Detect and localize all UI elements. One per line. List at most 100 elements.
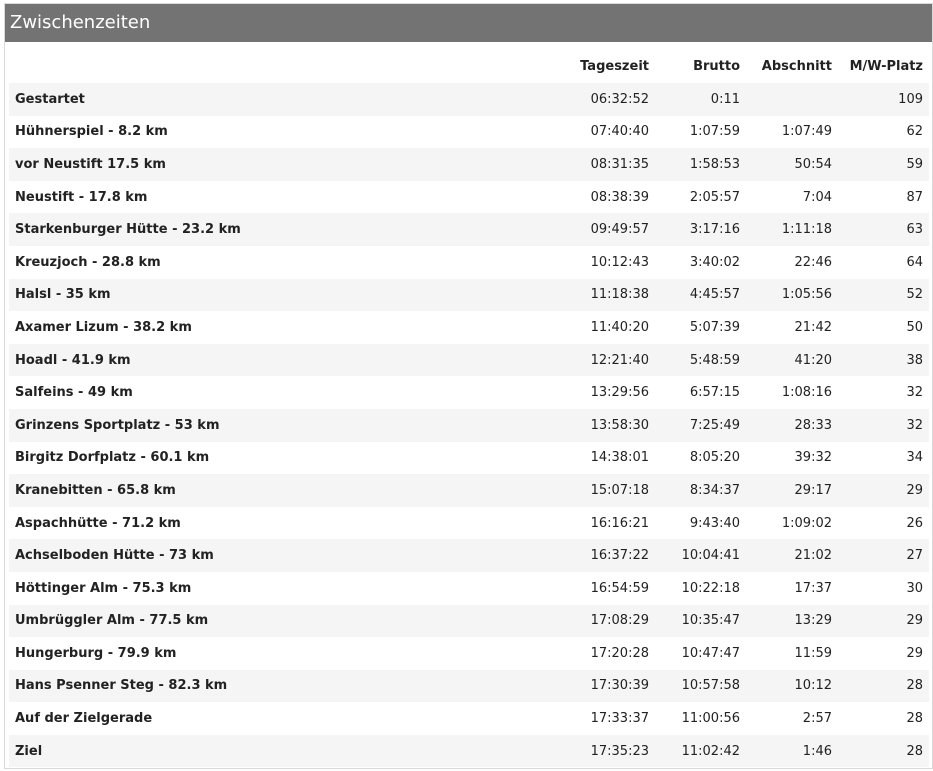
cell-checkpoint-name: Salfeins - 49 km (9, 376, 529, 409)
cell-abschnitt: 21:02 (746, 539, 838, 572)
cell-tageszeit: 09:49:57 (529, 213, 655, 246)
cell-tageszeit: 12:21:40 (529, 343, 655, 377)
cell-platz: 32 (838, 376, 929, 409)
cell-abschnitt: 29:17 (746, 474, 838, 507)
cell-tageszeit: 11:40:20 (529, 311, 655, 344)
cell-tageszeit: 13:58:30 (529, 408, 655, 442)
cell-abschnitt: 1:11:18 (746, 213, 838, 246)
cell-brutto: 9:43:40 (655, 506, 746, 540)
cell-platz: 87 (838, 180, 929, 214)
table-row: Kreuzjoch - 28.8 km 10:12:43 3:40:02 22:46 6… (9, 245, 929, 279)
cell-checkpoint-name: Hühnerspiel - 8.2 km (9, 115, 529, 149)
table-row: Halsl - 35 km 11:18:38 4:45:57 1:05:56 52 (9, 278, 929, 312)
cell-platz: 29 (838, 637, 929, 670)
cell-abschnitt: 1:46 (746, 734, 838, 768)
cell-platz: 28 (838, 702, 929, 735)
cell-tageszeit: 10:12:43 (529, 245, 655, 279)
table-row: Hühnerspiel - 8.2 km 07:40:40 1:07:59 1:07:… (9, 115, 929, 149)
table-row: Starkenburger Hütte - 23.2 km 09:49:57 3:1… (9, 213, 929, 246)
table-row: Auf der Zielgerade 17:33:37 11:00:56 2:57 28 (9, 702, 929, 735)
cell-platz: 28 (838, 734, 929, 768)
cell-checkpoint-name: Ziel (9, 734, 529, 768)
cell-platz: 38 (838, 343, 929, 377)
cell-checkpoint-name: Höttinger Alm - 75.3 km (9, 571, 529, 605)
cell-tageszeit: 08:31:35 (529, 148, 655, 181)
table-row: Neustift - 17.8 km 08:38:39 2:05:57 7:04 87 (9, 180, 929, 214)
cell-tageszeit: 15:07:18 (529, 474, 655, 507)
cell-platz: 34 (838, 441, 929, 475)
cell-checkpoint-name: Grinzens Sportplatz - 53 km (9, 408, 529, 442)
cell-tageszeit: 16:16:21 (529, 506, 655, 540)
cell-checkpoint-name: vor Neustift 17.5 km (9, 148, 529, 181)
cell-tageszeit: 17:33:37 (529, 702, 655, 735)
cell-brutto: 1:58:53 (655, 148, 746, 181)
cell-checkpoint-name: Starkenburger Hütte - 23.2 km (9, 213, 529, 246)
cell-tageszeit: 17:08:29 (529, 604, 655, 638)
cell-checkpoint-name: Kranebitten - 65.8 km (9, 474, 529, 507)
cell-checkpoint-name: Birgitz Dorfplatz - 60.1 km (9, 441, 529, 475)
splits-table: Tageszeit Brutto Abschnitt M/W-Platz Ges… (9, 50, 929, 768)
cell-platz: 29 (838, 474, 929, 507)
table-row: Hungerburg - 79.9 km 17:20:28 10:47:47 11:5… (9, 637, 929, 670)
cell-brutto: 1:07:59 (655, 115, 746, 149)
cell-checkpoint-name: Aspachhütte - 71.2 km (9, 506, 529, 540)
cell-tageszeit: 06:32:52 (529, 83, 655, 116)
cell-checkpoint-name: Achselboden Hütte - 73 km (9, 539, 529, 572)
cell-tageszeit: 08:38:39 (529, 180, 655, 214)
table-row: Achselboden Hütte - 73 km 16:37:22 10:04:4… (9, 539, 929, 572)
cell-brutto: 5:07:39 (655, 311, 746, 344)
cell-abschnitt: 1:08:16 (746, 376, 838, 409)
cell-brutto: 7:25:49 (655, 408, 746, 442)
cell-checkpoint-name: Halsl - 35 km (9, 278, 529, 312)
cell-abschnitt: 13:29 (746, 604, 838, 638)
cell-brutto: 11:00:56 (655, 702, 746, 735)
cell-abschnitt: 1:05:56 (746, 278, 838, 312)
cell-checkpoint-name: Axamer Lizum - 38.2 km (9, 311, 529, 344)
cell-tageszeit: 14:38:01 (529, 441, 655, 475)
cell-platz: 26 (838, 506, 929, 540)
cell-brutto: 3:40:02 (655, 245, 746, 279)
cell-tageszeit: 17:20:28 (529, 637, 655, 670)
cell-checkpoint-name: Gestartet (9, 83, 529, 116)
cell-tageszeit: 07:40:40 (529, 115, 655, 149)
panel-title: Zwischenzeiten (5, 4, 932, 42)
cell-abschnitt: 1:07:49 (746, 115, 838, 149)
cell-tageszeit: 17:30:39 (529, 669, 655, 703)
cell-abschnitt: 10:12 (746, 669, 838, 703)
cell-brutto: 10:22:18 (655, 571, 746, 605)
cell-platz: 28 (838, 669, 929, 703)
cell-brutto: 10:57:58 (655, 669, 746, 703)
table-row: Hoadl - 41.9 km 12:21:40 5:48:59 41:20 38 (9, 343, 929, 377)
cell-tageszeit: 16:54:59 (529, 571, 655, 605)
cell-abschnitt: 11:59 (746, 637, 838, 670)
cell-checkpoint-name: Hans Psenner Steg - 82.3 km (9, 669, 529, 703)
cell-platz: 29 (838, 604, 929, 638)
table-row: Umbrüggler Alm - 77.5 km 17:08:29 10:35:47… (9, 604, 929, 638)
table-row: Aspachhütte - 71.2 km 16:16:21 9:43:40 1:09… (9, 506, 929, 540)
cell-abschnitt: 39:32 (746, 441, 838, 475)
cell-brutto: 3:17:16 (655, 213, 746, 246)
cell-tageszeit: 13:29:56 (529, 376, 655, 409)
cell-checkpoint-name: Hungerburg - 79.9 km (9, 637, 529, 670)
table-row: Kranebitten - 65.8 km 15:07:18 8:34:37 29:1… (9, 474, 929, 507)
table-row: Höttinger Alm - 75.3 km 16:54:59 10:22:18 1… (9, 571, 929, 605)
table-row: Gestartet 06:32:52 0:11 109 (9, 83, 929, 116)
table-header-row: Tageszeit Brutto Abschnitt M/W-Platz (9, 50, 929, 83)
cell-brutto: 6:57:15 (655, 376, 746, 409)
column-header-abschnitt: Abschnitt (761, 59, 832, 74)
cell-brutto: 10:04:41 (655, 539, 746, 572)
column-header-platz: M/W-Platz (849, 59, 923, 74)
table-row: Ziel 17:35:23 11:02:42 1:46 28 (9, 734, 929, 768)
cell-tageszeit: 11:18:38 (529, 278, 655, 312)
cell-platz: 64 (838, 245, 929, 279)
cell-abschnitt: 41:20 (746, 343, 838, 377)
cell-platz: 27 (838, 539, 929, 572)
cell-platz: 52 (838, 278, 929, 312)
cell-abschnitt: 7:04 (746, 180, 838, 214)
table-row: Axamer Lizum - 38.2 km 11:40:20 5:07:39 21:… (9, 311, 929, 344)
cell-abschnitt: 22:46 (746, 245, 838, 279)
cell-checkpoint-name: Kreuzjoch - 28.8 km (9, 245, 529, 279)
table-row: Salfeins - 49 km 13:29:56 6:57:15 1:08:16 32 (9, 376, 929, 409)
cell-brutto: 10:47:47 (655, 637, 746, 670)
column-header-brutto: Brutto (693, 59, 740, 74)
